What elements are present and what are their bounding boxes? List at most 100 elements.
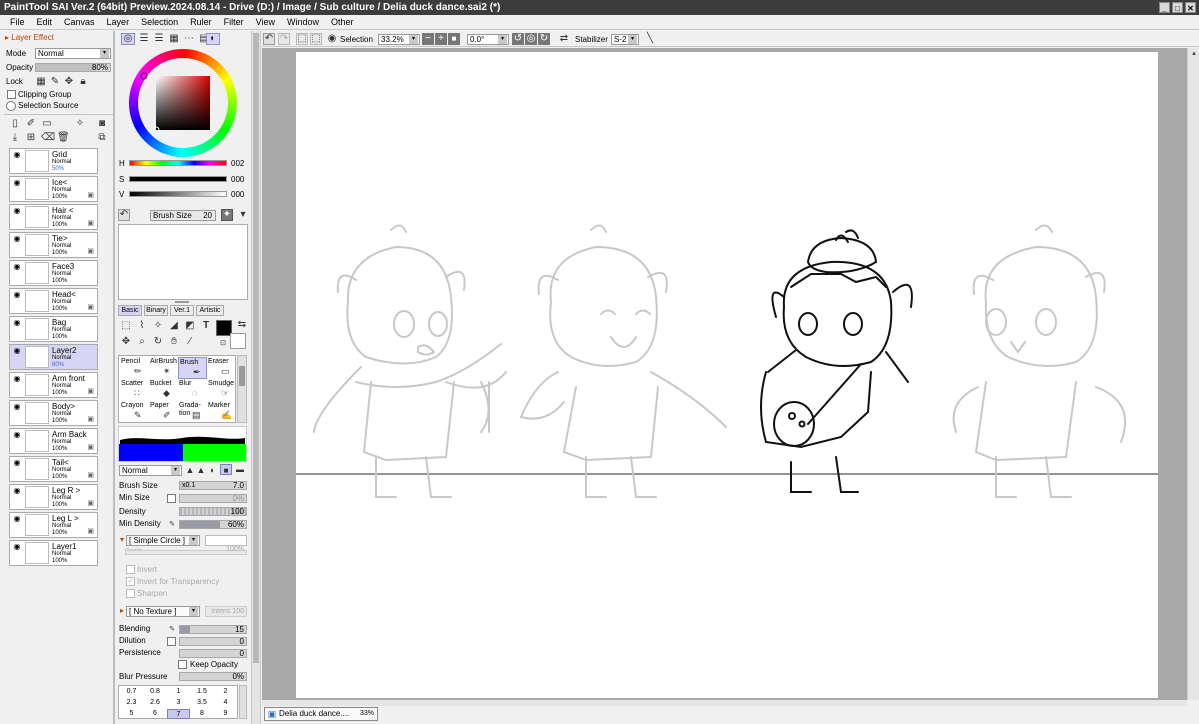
layer-row[interactable]: ◉ Layer1 Normal 100% xyxy=(9,540,98,566)
size-grid-scrollbar[interactable] xyxy=(239,685,247,719)
menu-layer[interactable]: Layer xyxy=(101,15,136,29)
transparent-color-icon[interactable]: ⊡ xyxy=(218,338,228,350)
layer-opacity-slider[interactable]: 80% xyxy=(35,63,111,72)
lock-move-icon[interactable]: ✥ xyxy=(64,76,74,88)
brush-size-preset[interactable]: 0.8 xyxy=(144,687,167,697)
preset-size-field[interactable]: Brush Size 20 xyxy=(150,210,216,221)
blending-pressure-icon[interactable]: ✎ xyxy=(167,624,177,636)
tool-crayon[interactable]: Crayon ✎ xyxy=(120,401,149,423)
brush-size-preset[interactable]: 8 xyxy=(191,709,214,719)
invert-transparency-checkbox[interactable]: ✓ xyxy=(126,577,135,586)
blending-slider[interactable]: 15 xyxy=(179,625,247,634)
palette-icon[interactable]: ◐ xyxy=(206,33,220,45)
tool-paper[interactable]: Paper ✐ xyxy=(149,401,178,423)
new-layer-icon[interactable]: ▯ xyxy=(9,118,21,130)
document-tab[interactable]: ▣ Delia duck dance.... 33% xyxy=(264,707,378,721)
tip-soft-icon[interactable]: ◗ xyxy=(207,464,217,476)
invert-checkbox[interactable] xyxy=(126,565,135,574)
menu-window[interactable]: Window xyxy=(281,15,325,29)
secondary-color-swatch[interactable] xyxy=(230,333,246,349)
brush-shape-select[interactable]: [ Simple Circle ] ▾ xyxy=(126,535,200,546)
tool-grid-scroll-thumb[interactable] xyxy=(239,366,245,386)
dilution-pressure-checkbox[interactable] xyxy=(167,637,176,646)
menu-edit[interactable]: Edit xyxy=(31,15,59,29)
flip-horizontal-icon[interactable]: ⇄ xyxy=(558,33,570,45)
triangle-down-icon[interactable]: ▾ xyxy=(118,534,126,546)
density-slider[interactable]: 100 xyxy=(179,507,247,516)
tool-pencil[interactable]: Pencil ✏ xyxy=(120,357,149,379)
tool-brush[interactable]: Brush ✒ xyxy=(178,357,207,379)
trash-icon[interactable]: 🗑︎ xyxy=(57,132,70,144)
eye-icon[interactable]: ◉ xyxy=(12,150,22,160)
brush-size-preset[interactable]: 3 xyxy=(167,698,190,708)
select-pen-icon[interactable]: ◢ xyxy=(168,320,180,332)
eye-icon[interactable]: ◉ xyxy=(326,33,338,45)
brush-size-slider[interactable]: x0.1 7.0 xyxy=(179,481,247,490)
eye-icon[interactable]: ◉ xyxy=(12,346,22,356)
value-slider[interactable] xyxy=(129,191,227,197)
layer-row[interactable]: ◉ Arm front Normal 100% ▣ xyxy=(9,372,98,398)
eye-icon[interactable]: ◉ xyxy=(12,402,22,412)
menu-canvas[interactable]: Canvas xyxy=(58,15,101,29)
eye-icon[interactable]: ◉ xyxy=(12,514,22,524)
clear-layer-icon[interactable]: ⌫ xyxy=(41,132,55,144)
rgb-slider-icon[interactable]: ☰ xyxy=(138,33,150,45)
redo-icon[interactable]: ↷ xyxy=(278,33,290,45)
panel-scrollbar[interactable] xyxy=(251,31,261,724)
brush-size-preset[interactable]: 5 xyxy=(120,709,143,719)
menu-selection[interactable]: Selection xyxy=(135,15,184,29)
tool-tab-basic[interactable]: Basic xyxy=(118,305,142,316)
lock-all-icon[interactable]: 🔒︎ xyxy=(78,76,88,88)
layer-row[interactable]: ◉ Face3 Normal 100% xyxy=(9,260,98,286)
zoom-reset-icon[interactable]: ■ xyxy=(448,33,460,45)
rotate-cw-icon[interactable]: ↻ xyxy=(538,33,550,45)
lasso-icon[interactable]: ⌇ xyxy=(136,320,148,332)
layer-mode-select[interactable]: Normal ▾ xyxy=(35,48,111,59)
line-tool-icon[interactable]: ╲ xyxy=(644,33,656,45)
layer-row[interactable]: ◉ Tail< Normal 100% ▣ xyxy=(9,456,98,482)
tool-smudge[interactable]: Smudge ☞ xyxy=(207,379,236,401)
intermediate-color-icon[interactable]: ⋯ xyxy=(183,33,195,45)
rotation-field[interactable]: 0.0° ▾ xyxy=(467,34,509,45)
deselect-icon[interactable]: ⬚ xyxy=(296,33,308,45)
tool-eraser[interactable]: Eraser ▭ xyxy=(207,357,236,379)
eye-icon[interactable]: ◉ xyxy=(12,262,22,272)
tool-tab-ver1[interactable]: Ver.1 xyxy=(170,305,194,316)
persistence-slider[interactable]: 0 xyxy=(179,649,247,658)
maximize-button[interactable]: □ xyxy=(1172,2,1183,13)
select-eraser-icon[interactable]: ◩ xyxy=(184,320,196,332)
move-icon[interactable]: ✥ xyxy=(120,336,132,348)
brush-size-preset[interactable]: 7 xyxy=(167,709,190,719)
undo-icon[interactable]: ↶ xyxy=(263,33,275,45)
rotate-ccw-icon[interactable]: ↺ xyxy=(512,33,524,45)
tool-tab-binary[interactable]: Binary xyxy=(144,305,168,316)
tip-square-icon[interactable]: ■ xyxy=(220,464,232,475)
tip-medium-icon[interactable]: ▲ xyxy=(196,464,206,476)
eye-icon[interactable]: ◉ xyxy=(12,374,22,384)
eye-icon[interactable]: ◉ xyxy=(12,542,22,552)
layer-settings-icon[interactable]: ✧ xyxy=(74,118,86,130)
zoom-field[interactable]: 33.2% ▾ xyxy=(378,34,420,45)
layer-effect-header[interactable]: ▸ Layer Effect xyxy=(5,32,54,43)
layer-row[interactable]: ◉ Tie> Normal 100% ▣ xyxy=(9,232,98,258)
dilution-slider[interactable]: 0 xyxy=(179,637,247,646)
color-wheel[interactable] xyxy=(127,47,239,159)
clipping-group-checkbox[interactable] xyxy=(7,90,16,99)
new-folder-icon[interactable]: ▭ xyxy=(41,118,53,130)
preset-dropdown-icon[interactable]: ▾ xyxy=(238,209,248,221)
brush-size-preset[interactable]: 1.5 xyxy=(191,687,214,697)
preset-pin-icon[interactable]: ✦ xyxy=(221,209,233,221)
tool-airbrush[interactable]: AirBrush ✴ xyxy=(149,357,178,379)
close-button[interactable]: ✕ xyxy=(1185,2,1196,13)
lock-paint-icon[interactable]: ✎ xyxy=(50,76,60,88)
min-size-pressure-checkbox[interactable] xyxy=(167,494,176,503)
texture-intensity[interactable]: Intens 100 xyxy=(205,606,247,617)
brush-size-preset[interactable]: 3.5 xyxy=(191,698,214,708)
rotate-reset-icon[interactable]: ◎ xyxy=(525,33,537,45)
brush-size-preset[interactable]: 9 xyxy=(214,709,237,719)
brush-size-preset[interactable]: 0.7 xyxy=(120,687,143,697)
eye-icon[interactable]: ◉ xyxy=(12,318,22,328)
hand-icon[interactable]: ✋︎ xyxy=(168,336,180,348)
brush-texture-select[interactable]: [ No Texture ] ▾ xyxy=(126,606,200,617)
rect-select-icon[interactable]: ⬚ xyxy=(120,320,132,332)
